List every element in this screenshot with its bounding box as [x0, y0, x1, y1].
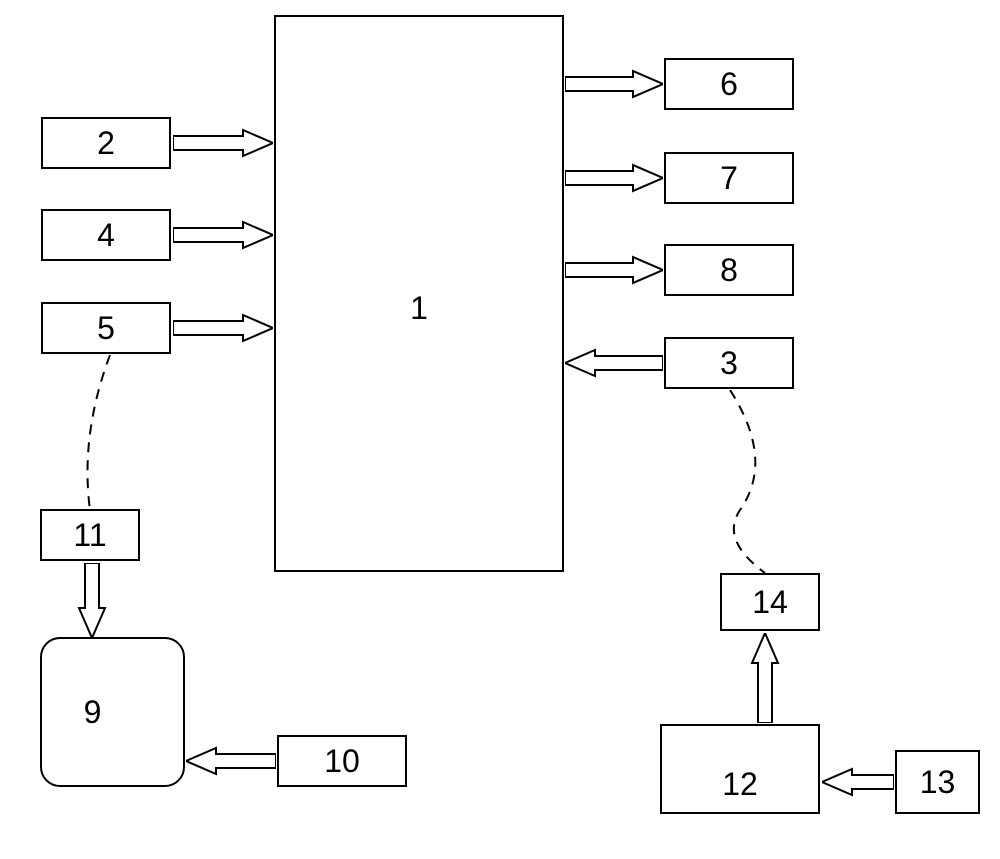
- block-14: 14: [720, 573, 820, 631]
- arrow-10-to-9: [186, 746, 276, 776]
- block-2-label: 2: [97, 125, 115, 162]
- block-4-label: 4: [97, 217, 115, 254]
- dashed-3-to-14: [700, 390, 800, 575]
- block-13: 13: [895, 750, 980, 814]
- block-1: 1: [274, 15, 564, 572]
- block-3: 3: [664, 337, 794, 389]
- block-11-label: 11: [73, 517, 106, 554]
- block-10: 10: [277, 735, 407, 787]
- arrow-12-to-14: [750, 633, 780, 723]
- block-6-label: 6: [720, 66, 738, 103]
- block-12-label: 12: [722, 736, 758, 803]
- arrow-1-to-6: [565, 69, 663, 99]
- block-9: 9: [40, 637, 185, 787]
- arrow-1-to-8: [565, 255, 663, 285]
- arrow-11-to-9: [77, 563, 107, 638]
- arrow-4-to-1: [173, 220, 273, 250]
- block-8: 8: [664, 244, 794, 296]
- block-4: 4: [41, 209, 171, 261]
- block-14-label: 14: [752, 584, 788, 621]
- block-7: 7: [664, 152, 794, 204]
- arrow-1-to-7: [565, 163, 663, 193]
- block-11: 11: [40, 509, 140, 561]
- block-9-label: 9: [84, 694, 102, 731]
- dashed-5-to-11: [60, 355, 140, 515]
- block-1-label: 1: [410, 260, 428, 327]
- block-6: 6: [664, 58, 794, 110]
- block-10-label: 10: [324, 743, 360, 780]
- arrow-5-to-1: [173, 313, 273, 343]
- block-2: 2: [41, 117, 171, 169]
- block-12: 12: [660, 724, 820, 814]
- arrow-2-to-1: [173, 128, 273, 158]
- block-3-label: 3: [720, 345, 738, 382]
- block-5: 5: [41, 302, 171, 354]
- block-8-label: 8: [720, 252, 738, 289]
- block-7-label: 7: [720, 160, 738, 197]
- arrow-13-to-12: [822, 767, 894, 797]
- block-13-label: 13: [920, 764, 956, 801]
- arrow-3-to-1: [565, 348, 663, 378]
- block-5-label: 5: [97, 310, 115, 347]
